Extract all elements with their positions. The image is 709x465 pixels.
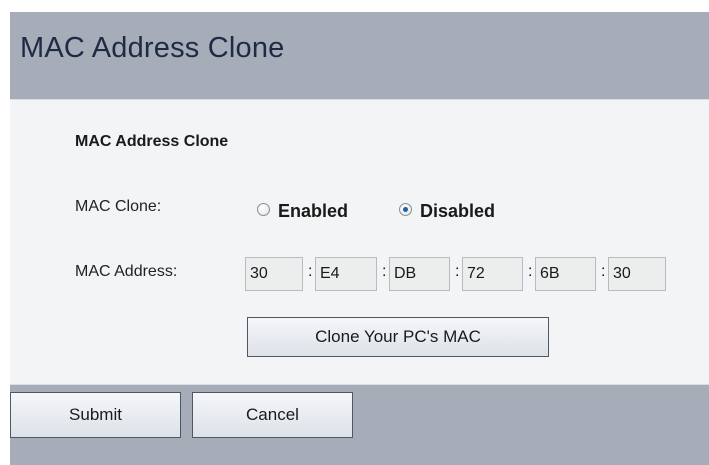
mac-clone-disabled-radio[interactable] [399,203,412,216]
settings-panel: MAC Address Clone MAC Clone: Enabled Dis… [10,99,709,385]
submit-button[interactable]: Submit [10,392,181,438]
mac-clone-label: MAC Clone: [75,198,162,215]
page-title: MAC Address Clone [20,32,285,64]
mac-separator: : [308,263,313,280]
mac-address-label: MAC Address: [75,263,178,280]
mac-octet-4-input[interactable]: 72 [462,257,523,291]
mac-clone-enabled-label[interactable]: Enabled [278,201,348,222]
mac-separator: : [601,263,606,280]
mac-separator: : [455,263,460,280]
mac-clone-enabled-radio[interactable] [257,203,270,216]
mac-clone-window: MAC Address Clone MAC Address Clone MAC … [10,12,709,465]
mac-octet-1-input[interactable]: 30 [245,257,303,291]
section-title: MAC Address Clone [75,133,229,150]
mac-octet-6-input[interactable]: 30 [608,257,666,291]
clone-pc-mac-button[interactable]: Clone Your PC's MAC [247,317,549,357]
cancel-button[interactable]: Cancel [192,392,353,438]
mac-clone-disabled-label[interactable]: Disabled [420,201,495,222]
mac-separator: : [382,263,387,280]
mac-octet-3-input[interactable]: DB [389,257,450,291]
mac-separator: : [528,263,533,280]
mac-octet-5-input[interactable]: 6B [535,257,596,291]
mac-octet-2-input[interactable]: E4 [315,257,377,291]
